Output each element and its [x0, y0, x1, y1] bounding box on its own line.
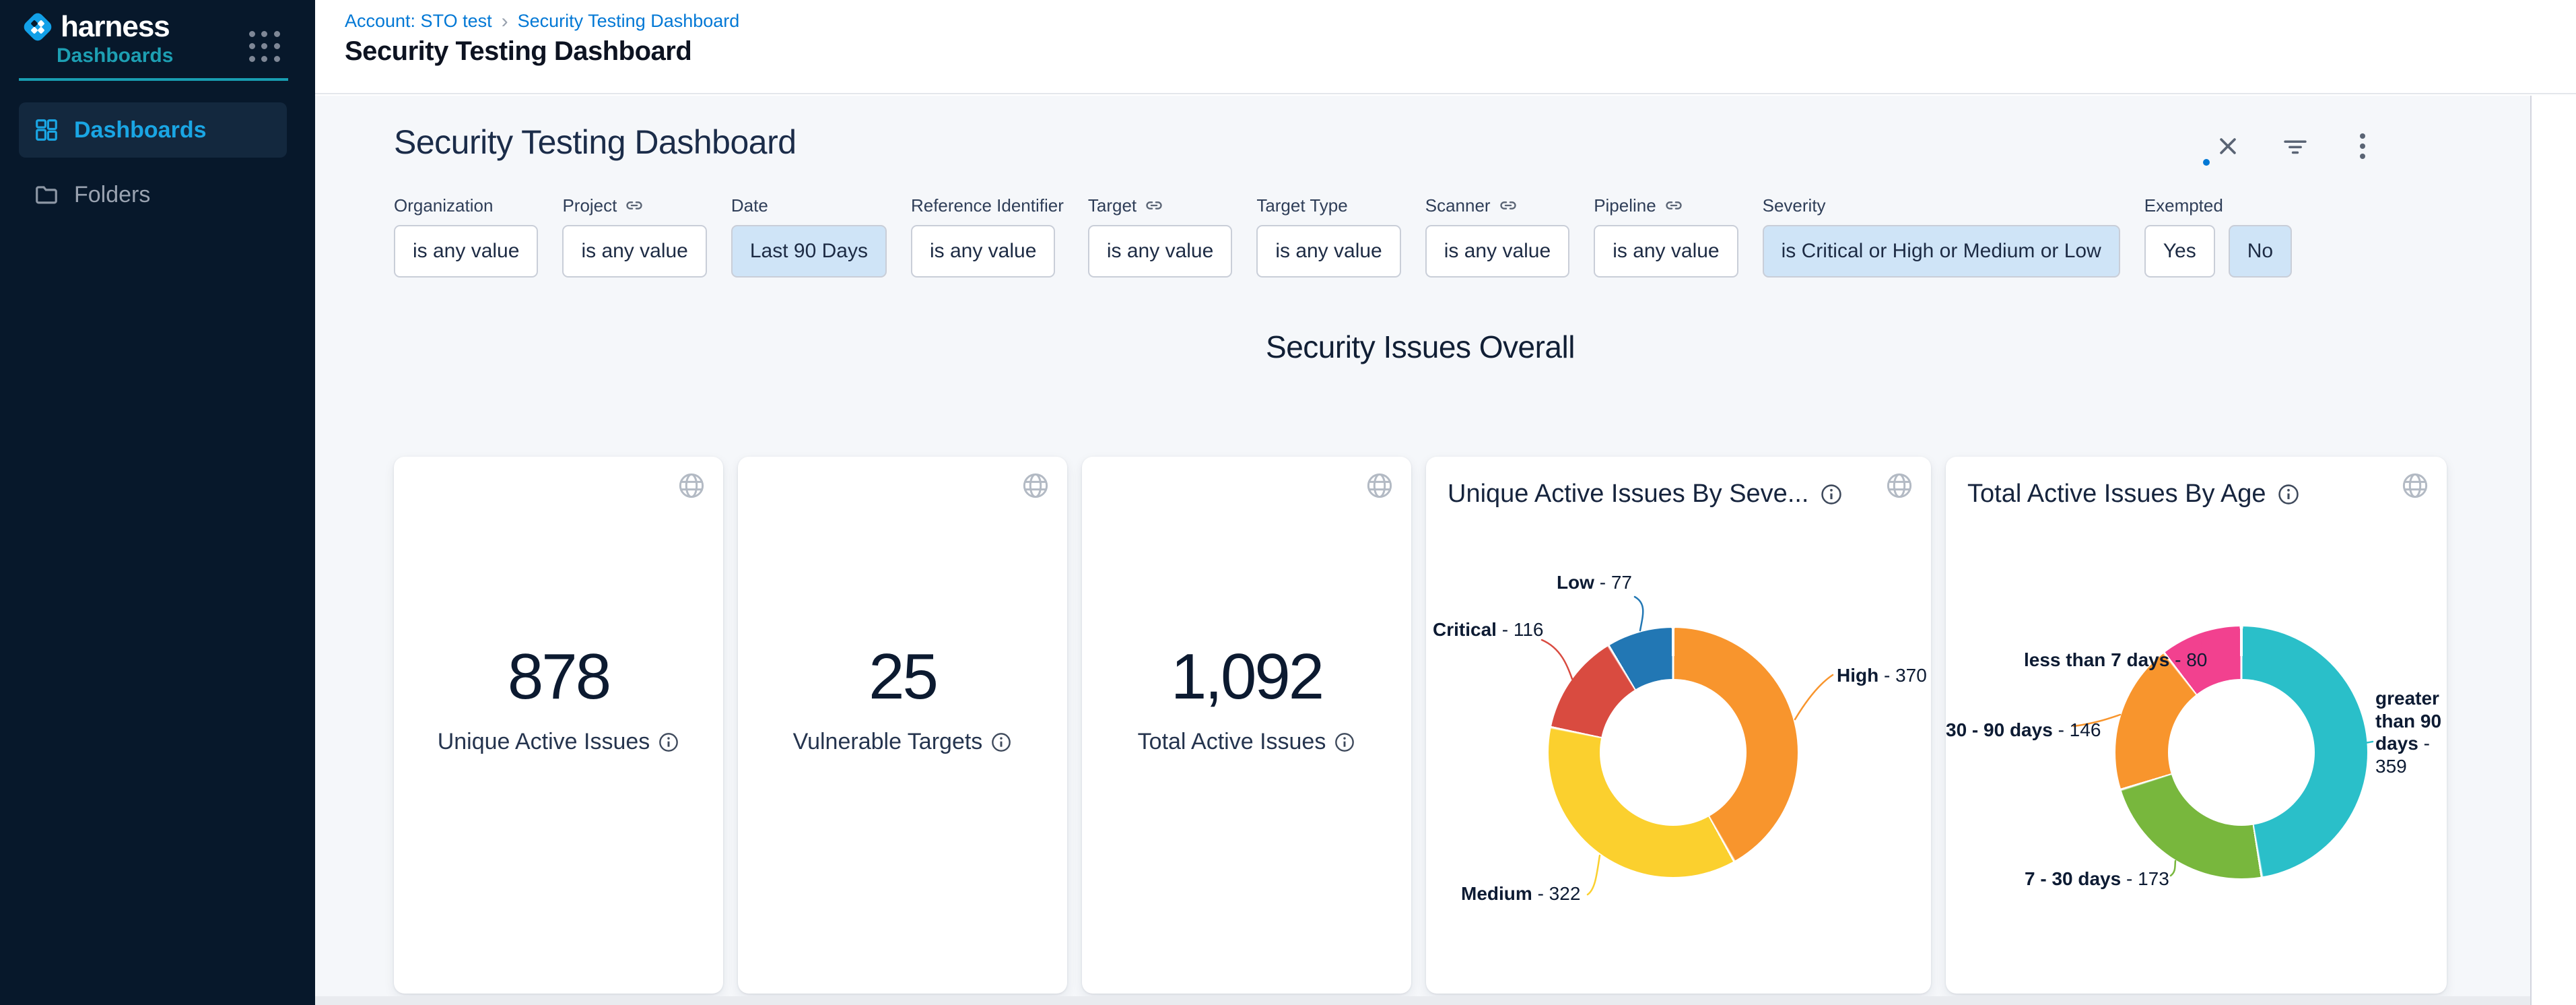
dashboards-icon — [34, 117, 59, 143]
info-icon[interactable] — [1334, 732, 1355, 753]
filter-target: Target is any value — [1088, 195, 1232, 278]
filter-icon[interactable] — [2282, 133, 2308, 159]
donut-label-greater-than-90-days: greater than 90 days - 359 — [2375, 687, 2447, 777]
sidebar: harness Dashboards Dashboards Folders — [0, 0, 315, 1005]
filter-severity: Severity is Critical or High or Medium or… — [1763, 195, 2120, 278]
filter-value-chip[interactable]: Last 90 Days — [731, 225, 887, 278]
brand-name: harness — [61, 9, 170, 44]
info-icon[interactable] — [1820, 483, 1843, 506]
donut-label-30-90-days: 30 - 90 days - 146 — [1946, 719, 2070, 742]
info-icon[interactable] — [658, 732, 679, 753]
filter-label: Project — [562, 195, 706, 216]
brand: harness — [20, 9, 170, 44]
donut-chart-severity[interactable] — [1549, 628, 1798, 877]
breadcrumb-dashboard-link[interactable]: Security Testing Dashboard — [518, 11, 740, 32]
dashboard-panel: Security Testing Dashboard Organization i… — [315, 96, 2530, 1005]
filter-value-chip[interactable]: is any value — [562, 225, 706, 278]
filter-scanner: Scanner is any value — [1425, 195, 1569, 278]
filter-value-chip[interactable]: is any value — [1088, 225, 1232, 278]
donut-label-7-30-days: 7 - 30 days - 173 — [2025, 868, 2166, 890]
harness-logo-icon — [20, 9, 55, 44]
filter-label: Target — [1088, 195, 1232, 216]
link-icon — [1145, 196, 1163, 215]
stat-card-total-active-issues: 1,092 Total Active Issues — [1082, 457, 1411, 994]
filter-label: Exempted — [2144, 195, 2292, 216]
stat-card-unique-active-issues: 878 Unique Active Issues — [394, 457, 723, 994]
donut-label-low: Low - 77 — [1507, 571, 1632, 594]
link-icon — [625, 196, 644, 215]
filter-value-chip[interactable]: is Critical or High or Medium or Low — [1763, 225, 2120, 278]
chart-title: Total Active Issues By Age — [1967, 480, 2300, 509]
sidebar-item-dashboards[interactable]: Dashboards — [19, 102, 287, 158]
chevron-right-icon: › — [502, 12, 508, 30]
sidebar-item-folders[interactable]: Folders — [19, 167, 287, 222]
filter-label: Organization — [394, 195, 538, 216]
donut-label-high: High - 370 — [1837, 664, 1927, 687]
bottom-strip — [315, 996, 2530, 1005]
filter-label: Pipeline — [1594, 195, 1738, 216]
filter-label: Scanner — [1425, 195, 1569, 216]
filter-organization: Organization is any value — [394, 195, 538, 278]
scrollbar-track[interactable] — [2530, 96, 2576, 1005]
stat-value: 878 — [394, 640, 723, 714]
stat-value: 25 — [738, 640, 1067, 714]
stat-label: Unique Active Issues — [394, 729, 723, 755]
app-launcher-icon[interactable] — [249, 31, 280, 62]
sidebar-item-label: Dashboards — [74, 117, 207, 143]
globe-icon[interactable] — [677, 472, 706, 500]
dashboard-panel-title: Security Testing Dashboard — [394, 123, 796, 162]
kebab-menu-icon[interactable] — [2350, 133, 2375, 159]
link-icon — [1499, 196, 1518, 215]
donut-label-critical: Critical - 116 — [1433, 618, 1539, 641]
topbar: Account: STO test › Security Testing Das… — [315, 0, 2576, 94]
section-title: Security Issues Overall — [394, 329, 2447, 365]
stat-value: 1,092 — [1082, 640, 1411, 714]
filter-exempted: Exempted Yes No — [2144, 195, 2292, 278]
globe-icon[interactable] — [1021, 472, 1050, 500]
filter-label: Date — [731, 195, 887, 216]
cards-row: 878 Unique Active Issues 25 Vulnerable Targ… — [394, 457, 2447, 994]
page-title: Security Testing Dashboard — [345, 36, 691, 67]
donut-label-medium: Medium - 322 — [1461, 882, 1580, 905]
filters-row: Organization is any value Project is any va… — [394, 195, 2292, 278]
filter-date: Date Last 90 Days — [731, 195, 887, 278]
filter-label: Target Type — [1256, 195, 1400, 216]
filter-value-chip[interactable]: is any value — [1425, 225, 1569, 278]
filter-value-chip[interactable]: No — [2229, 225, 2292, 278]
globe-icon[interactable] — [1365, 472, 1394, 500]
sidebar-divider — [19, 78, 288, 81]
notification-dot — [2203, 159, 2210, 166]
folder-icon — [34, 182, 59, 207]
link-icon — [1664, 196, 1683, 215]
stat-label: Vulnerable Targets — [738, 729, 1067, 755]
product-name: Dashboards — [57, 44, 173, 67]
close-icon[interactable] — [2215, 133, 2241, 159]
filter-value-chip[interactable]: is any value — [1594, 225, 1738, 278]
stat-label: Total Active Issues — [1082, 729, 1411, 755]
breadcrumb-account-link[interactable]: Account: STO test — [345, 11, 492, 32]
filter-pipeline: Pipeline is any value — [1594, 195, 1738, 278]
sidebar-item-label: Folders — [74, 182, 150, 208]
breadcrumb: Account: STO test › Security Testing Das… — [345, 11, 739, 32]
panel-actions — [2215, 133, 2375, 159]
chart-card-issues-by-severity: Unique Active Issues By Seve... — [1426, 457, 1931, 994]
info-icon[interactable] — [990, 732, 1012, 753]
globe-icon[interactable] — [1885, 472, 1913, 500]
chart-title: Unique Active Issues By Seve... — [1448, 480, 1843, 509]
filter-project: Project is any value — [562, 195, 706, 278]
filter-value-chip[interactable]: Yes — [2144, 225, 2215, 278]
filter-value-chip[interactable]: is any value — [911, 225, 1055, 278]
stat-card-vulnerable-targets: 25 Vulnerable Targets — [738, 457, 1067, 994]
filter-target-type: Target Type is any value — [1256, 195, 1400, 278]
donut-label-less-than-7-days: less than 7 days - 80 — [2024, 649, 2192, 672]
chart-card-issues-by-age: Total Active Issues By Age — [1946, 457, 2447, 994]
filter-value-chip[interactable]: is any value — [394, 225, 538, 278]
globe-icon[interactable] — [2401, 472, 2429, 500]
filter-value-chip[interactable]: is any value — [1256, 225, 1400, 278]
filter-label: Severity — [1763, 195, 2120, 216]
filter-reference-identifier: Reference Identifier is any value — [911, 195, 1064, 278]
filter-label: Reference Identifier — [911, 195, 1064, 216]
info-icon[interactable] — [2277, 483, 2300, 506]
